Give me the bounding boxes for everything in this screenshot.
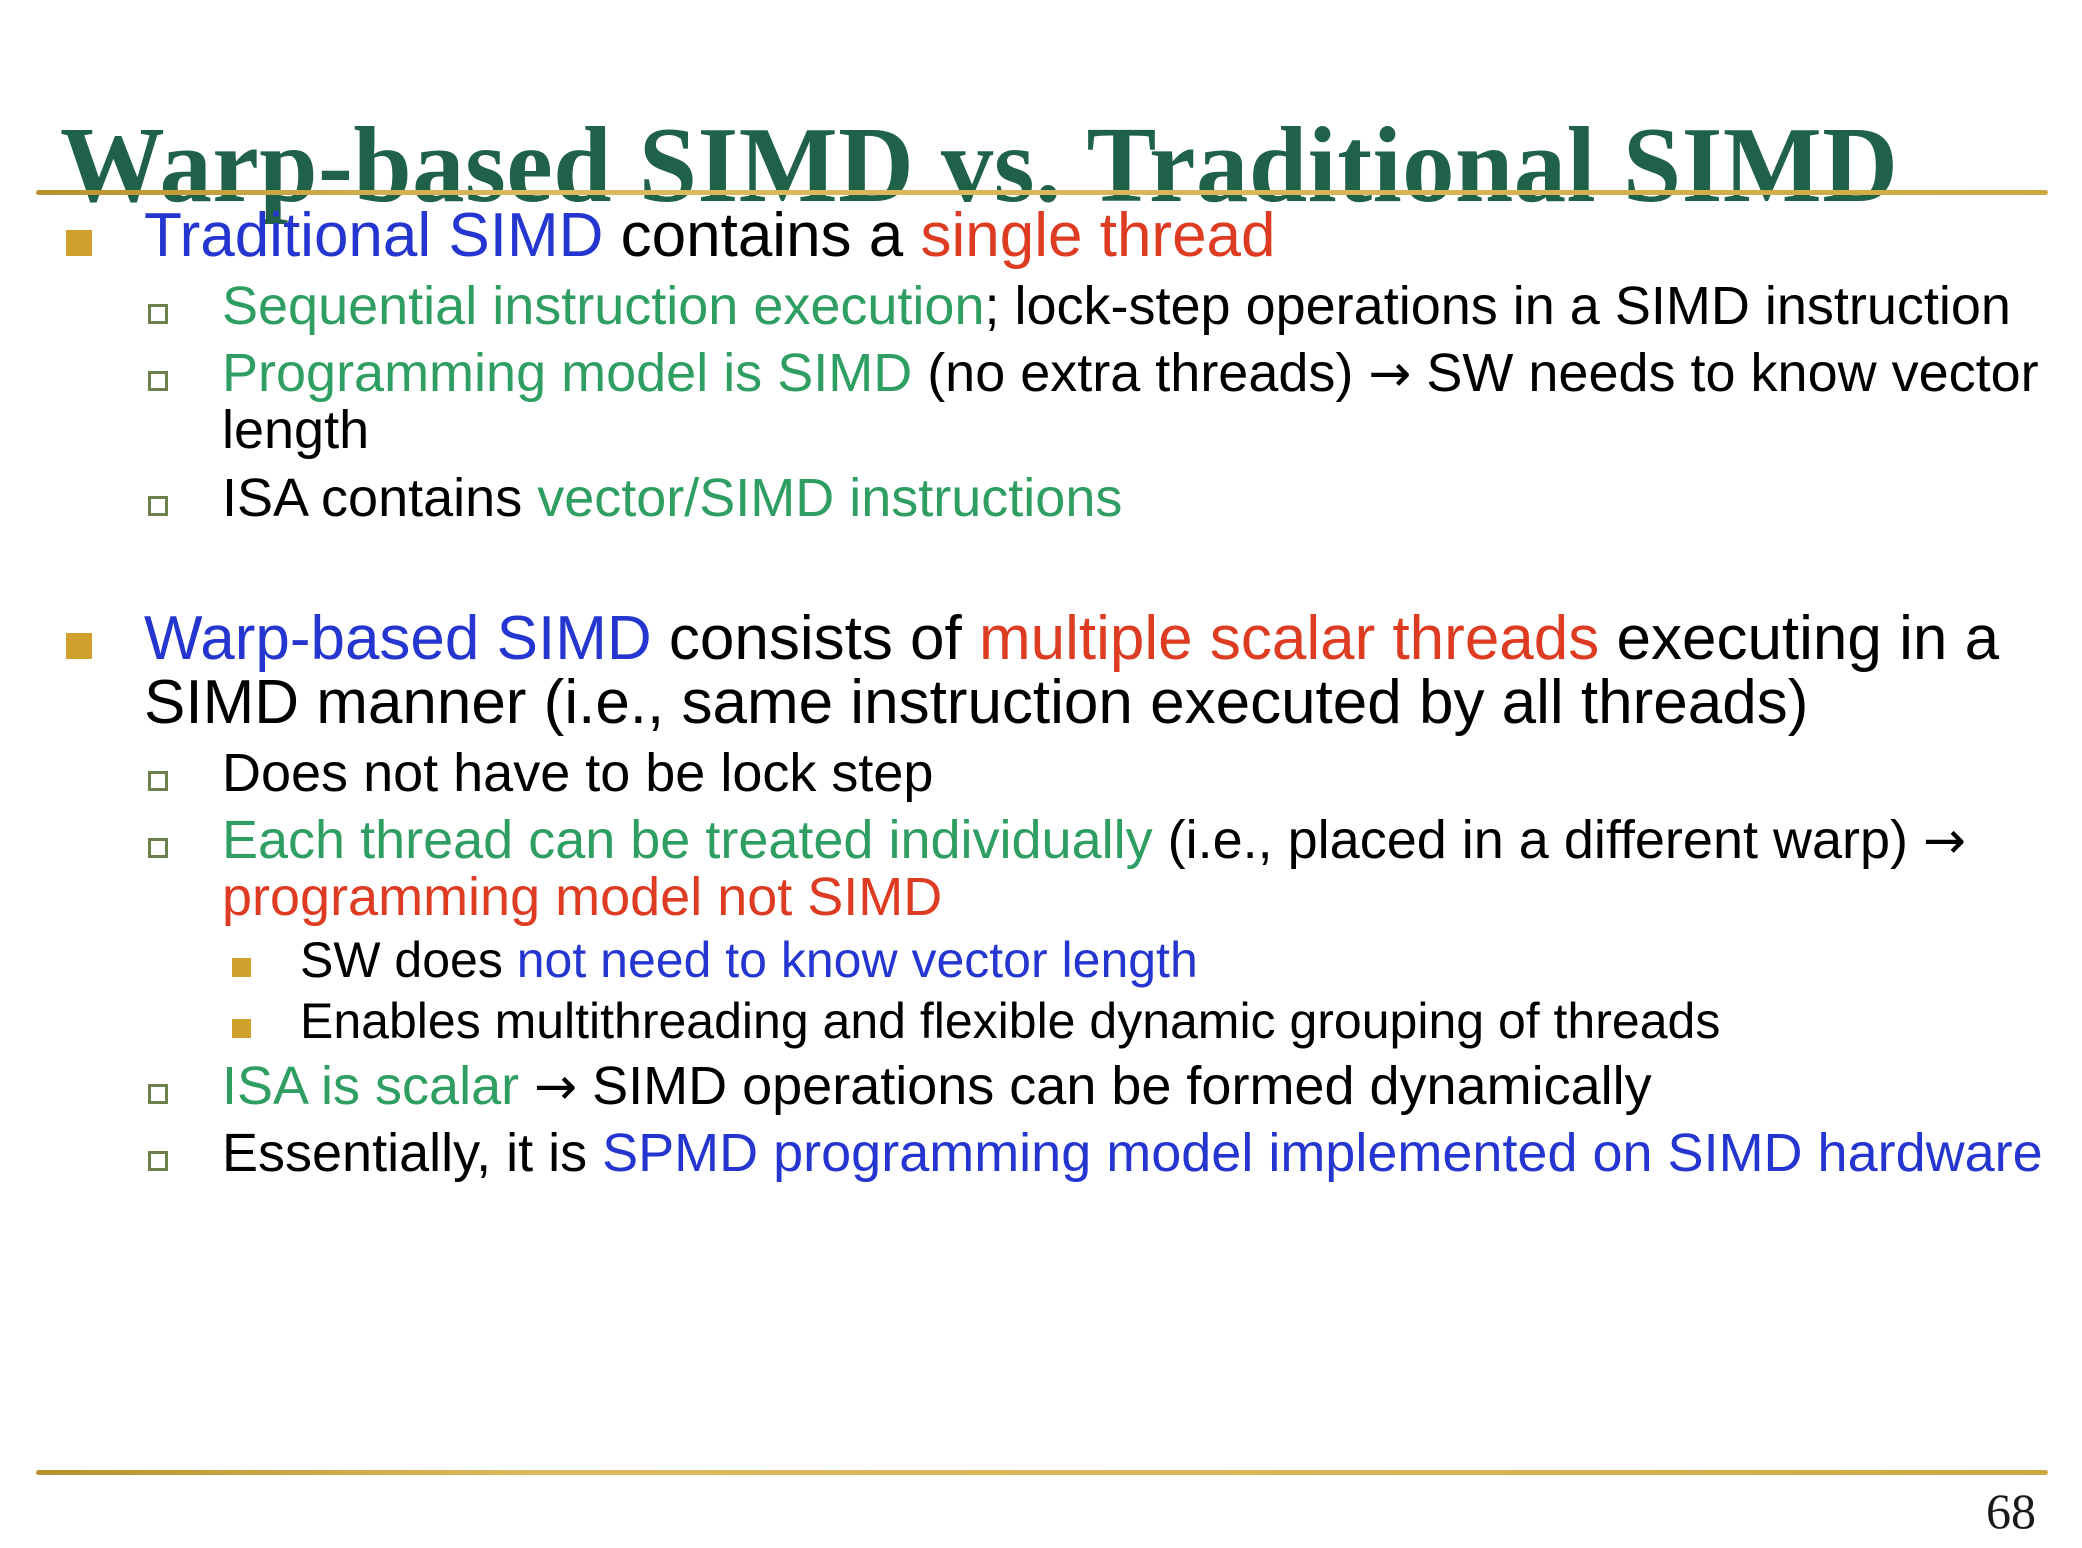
bullet-hollow-square-icon bbox=[148, 837, 168, 858]
bullet-isa-contains-vector-simd: ISA contains vector/SIMD instructions bbox=[0, 467, 2082, 528]
bullet-square-icon bbox=[232, 958, 251, 978]
run-text: contains a bbox=[603, 201, 921, 270]
run-text: Sequential instruction execution bbox=[222, 275, 985, 336]
bullet-list: Traditional SIMD contains a single threa… bbox=[0, 204, 2082, 1183]
bullet-sequential-instruction-execution: Sequential instruction execution; lock-s… bbox=[0, 275, 2082, 336]
slide-body: Traditional SIMD contains a single threa… bbox=[0, 198, 2082, 1183]
bullet-square-icon bbox=[232, 1019, 251, 1039]
run-text bbox=[519, 1056, 534, 1116]
run-text: multiple scalar threads bbox=[978, 603, 1600, 673]
right-arrow-icon: → bbox=[1923, 810, 1966, 871]
run-text: Warp-based SIMD bbox=[144, 603, 652, 673]
bullet-hollow-square-icon bbox=[148, 371, 168, 392]
run-text: SW does bbox=[300, 932, 517, 989]
bullet-enables-multithreading: Enables multithreading and flexible dyna… bbox=[0, 995, 2082, 1048]
run-text: ; lock-step operations in a SIMD instruc… bbox=[984, 275, 2011, 336]
run-text: single thread bbox=[920, 201, 1276, 270]
title-divider-rule bbox=[36, 190, 2048, 195]
bullet-essentially-spmd-on-simd: Essentially, it is SPMD programming mode… bbox=[0, 1125, 2082, 1182]
bullet-square-icon bbox=[66, 230, 92, 256]
bullet-traditional-simd: Traditional SIMD contains a single threa… bbox=[0, 204, 2082, 268]
page-number: 68 bbox=[1986, 1483, 2036, 1539]
bullet-sw-does-not-need-vector-length: SW does not need to know vector length bbox=[0, 934, 2082, 987]
run-text: consists of bbox=[651, 603, 979, 673]
bullet-warp-based-simd: Warp-based SIMD consists of multiple sca… bbox=[0, 603, 2082, 735]
bullet-hollow-square-icon bbox=[148, 1084, 168, 1105]
run-text: SPMD programming model implemented on SI… bbox=[602, 1123, 2043, 1184]
run-text: Enables multithreading and flexible dyna… bbox=[300, 993, 1721, 1050]
run-text: ISA contains bbox=[222, 467, 538, 528]
run-text: Programming model is SIMD bbox=[222, 343, 913, 404]
run-text: Does not have to be lock step bbox=[222, 742, 934, 803]
right-arrow-icon: → bbox=[534, 1057, 578, 1118]
run-text: Essentially, it is bbox=[222, 1123, 603, 1184]
run-text: Traditional SIMD bbox=[144, 201, 604, 270]
bullet-hollow-square-icon bbox=[148, 770, 168, 791]
run-text: not need to know vector length bbox=[516, 932, 1198, 989]
bullet-each-thread-treated-individually: Each thread can be treated individually … bbox=[0, 809, 2082, 927]
bullet-isa-is-scalar: ISA is scalar → SIMD operations can be f… bbox=[0, 1058, 2082, 1115]
bullet-does-not-have-to-be-lock-step: Does not have to be lock step bbox=[0, 742, 2082, 803]
bullet-square-icon bbox=[66, 632, 92, 659]
section-spacer bbox=[0, 527, 2082, 601]
run-text: (no extra threads) bbox=[912, 343, 1369, 404]
run-text: ISA is scalar bbox=[222, 1056, 520, 1117]
slide-root: Warp-based SIMD vs. Traditional SIMD Tra… bbox=[0, 0, 2082, 1548]
bullet-hollow-square-icon bbox=[148, 303, 168, 324]
run-text: Each thread can be treated individually bbox=[222, 809, 1153, 870]
run-text: vector/SIMD instructions bbox=[537, 467, 1123, 528]
footer-divider-rule bbox=[36, 1470, 2048, 1475]
right-arrow-icon: → bbox=[1368, 344, 1412, 405]
run-text: programming model not SIMD bbox=[222, 866, 943, 927]
run-text: (i.e., placed in a different warp) bbox=[1152, 809, 1924, 870]
bullet-hollow-square-icon bbox=[148, 495, 168, 516]
run-text: SIMD operations can be formed dynamicall… bbox=[577, 1056, 1652, 1117]
bullet-programming-model-is-simd: Programming model is SIMD (no extra thre… bbox=[0, 343, 2082, 459]
bullet-hollow-square-icon bbox=[148, 1151, 168, 1172]
